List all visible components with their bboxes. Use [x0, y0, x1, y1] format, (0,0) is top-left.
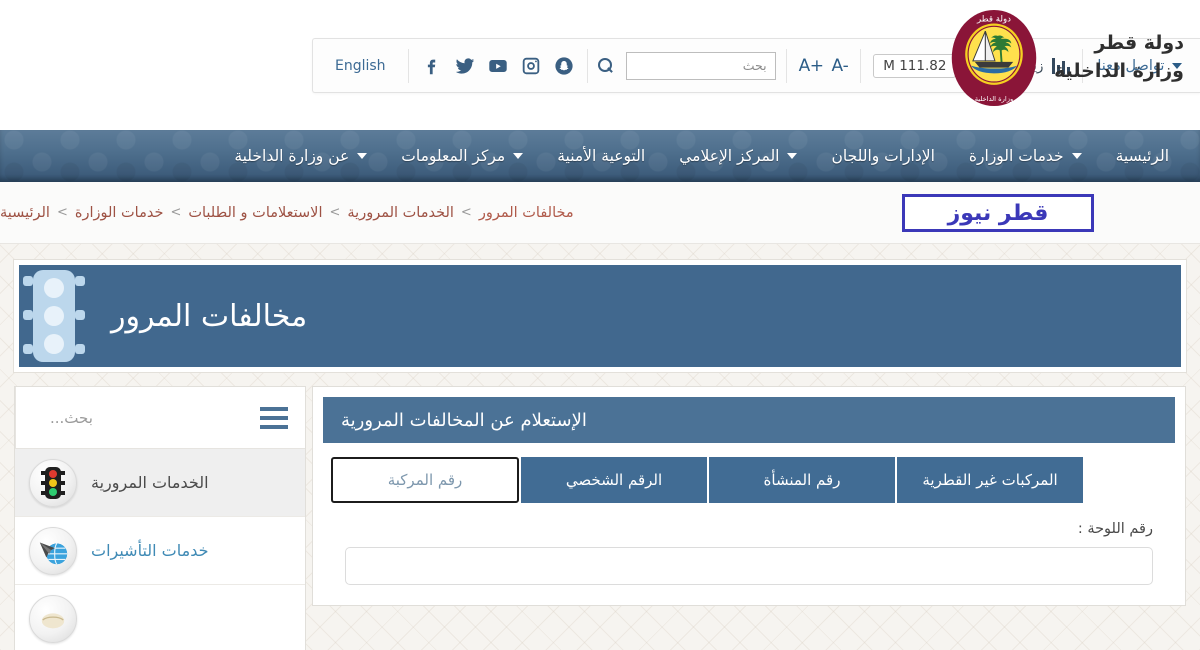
language-switch[interactable]: English: [313, 39, 408, 92]
nav-label: الرئيسية: [1115, 147, 1169, 165]
nav-label: التوعية الأمنية: [557, 147, 646, 165]
breadcrumb-item-home[interactable]: الرئيسية: [0, 205, 50, 221]
nav-label: المركز الإعلامي: [679, 147, 780, 165]
search-icon[interactable]: [597, 57, 614, 74]
watermark-text: قطر نيوز: [947, 200, 1049, 226]
nav-item-media-center[interactable]: المركز الإعلامي: [662, 130, 814, 182]
breadcrumb-separator: >: [170, 205, 182, 220]
nav-label: الإدارات واللجان: [831, 147, 935, 165]
sidebar-item-traffic-services[interactable]: الخدمات المرورية: [15, 449, 305, 517]
tab-establishment-number[interactable]: رقم المنشأة: [707, 457, 895, 503]
page-banner-wrapper: مخالفات المرور: [0, 244, 1200, 372]
breadcrumb-item-traffic-services[interactable]: الخدمات المرورية: [347, 205, 454, 221]
facebook-icon[interactable]: [421, 55, 443, 77]
breadcrumb-separator: >: [56, 205, 68, 220]
nav-item-about-ministry[interactable]: عن وزارة الداخلية: [217, 130, 384, 182]
traffic-light-icon: [29, 458, 77, 507]
nav-label: خدمات الوزارة: [968, 147, 1064, 165]
page-title: مخالفات المرور: [111, 298, 308, 334]
nav-item-information-center[interactable]: مركز المعلومات: [384, 130, 540, 182]
breadcrumb-item-ministry-services[interactable]: خدمات الوزارة: [75, 205, 164, 221]
tab-label: الرقم الشخصي: [565, 471, 663, 489]
tab-label: المركبات غير القطرية: [922, 471, 1058, 489]
sidebar-item-visa-services[interactable]: خدمات التأشيرات: [15, 517, 305, 585]
sidebar-item-third[interactable]: [15, 585, 305, 650]
plate-number-input[interactable]: [345, 547, 1153, 585]
logo-line-1: دولة قطر: [1094, 32, 1184, 55]
document-icon: [29, 594, 77, 643]
tab-label: رقم المركبة: [387, 471, 463, 489]
divider: [586, 48, 588, 83]
breadcrumb-item-inquiries-requests[interactable]: الاستعلامات و الطلبات: [188, 205, 322, 221]
visits-count: 111.82 M: [873, 53, 957, 78]
page-banner: مخالفات المرور: [14, 260, 1186, 372]
sidebar-item-label: الخدمات المرورية: [91, 473, 209, 492]
font-increase-button[interactable]: +A: [799, 56, 824, 76]
svg-text:دولة قطر: دولة قطر: [976, 15, 1011, 25]
language-link[interactable]: English: [335, 58, 386, 74]
traffic-light-icon: [23, 270, 85, 362]
youtube-icon[interactable]: [487, 55, 509, 77]
breadcrumb-separator: >: [329, 205, 341, 220]
nav-label: عن وزارة الداخلية: [234, 147, 350, 165]
sidebar-search-row: [15, 387, 305, 449]
search-input[interactable]: [625, 51, 776, 80]
chevron-down-icon: [1071, 153, 1082, 159]
tab-non-qatari-vehicles[interactable]: المركبات غير القطرية: [895, 457, 1083, 503]
logo-line-2: وزارة الداخلية: [1054, 60, 1184, 82]
qatar-moi-emblem-icon: دولة قطر وزارة الداخلية: [951, 10, 1037, 106]
breadcrumb-separator: >: [460, 205, 472, 220]
instagram-icon[interactable]: [520, 55, 542, 77]
chevron-down-icon: [787, 153, 798, 159]
plate-number-field-group: رقم اللوحة :: [323, 503, 1175, 585]
site-logo[interactable]: دولة قطر وزارة الداخلية دولة قطر وزارة ا…: [946, 6, 1184, 110]
hamburger-menu-icon[interactable]: [243, 387, 305, 448]
card-title: الإستعلام عن المخالفات المرورية: [341, 409, 587, 431]
tab-vehicle-number[interactable]: رقم المركبة: [331, 457, 519, 503]
qatar-news-watermark: قطر نيوز: [902, 194, 1094, 232]
nav-item-departments-committees[interactable]: الإدارات واللجان: [814, 130, 951, 182]
header-search: [588, 39, 786, 92]
chevron-down-icon: [357, 153, 368, 159]
content-area: الإستعلام عن المخالفات المرورية رقم المر…: [0, 372, 1200, 650]
breadcrumb-item-current: مخالفات المرور: [478, 204, 574, 221]
divider: [407, 48, 409, 83]
sidebar-item-label: خدمات التأشيرات: [91, 541, 209, 560]
font-size-controls: +A -A: [787, 39, 861, 92]
nav-item-security-awareness[interactable]: التوعية الأمنية: [540, 130, 662, 182]
nav-item-ministry-services[interactable]: خدمات الوزارة: [952, 130, 1099, 182]
snapchat-icon[interactable]: [553, 55, 575, 77]
svg-text:وزارة الداخلية: وزارة الداخلية: [975, 95, 1014, 103]
font-decrease-button[interactable]: -A: [831, 56, 848, 76]
chevron-down-icon: [513, 153, 524, 159]
nav-label: مركز المعلومات: [401, 147, 506, 165]
breadcrumb: الرئيسية > خدمات الوزارة > الاستعلامات و…: [0, 205, 574, 221]
social-links: [409, 39, 587, 92]
inquiry-tabs: رقم المركبة الرقم الشخصي رقم المنشأة الم…: [323, 457, 1175, 503]
tab-personal-number[interactable]: الرقم الشخصي: [519, 457, 707, 503]
site-header: English بحث +A -A 111.82 M تواصل معنا دو…: [0, 0, 1200, 130]
plate-number-label: رقم اللوحة :: [1077, 521, 1153, 537]
services-sidebar: الخدمات المرورية خدمات التأشيرات: [14, 386, 306, 650]
card-header: الإستعلام عن المخالفات المرورية: [323, 397, 1175, 443]
tab-label: رقم المنشأة: [763, 471, 841, 489]
divider: [860, 48, 862, 83]
main-navigation: الرئيسية خدمات الوزارة الإدارات واللجان …: [0, 130, 1200, 182]
nav-item-home[interactable]: الرئيسية: [1099, 130, 1186, 182]
visa-globe-icon: [29, 526, 77, 575]
logo-text: دولة قطر وزارة الداخلية: [1054, 30, 1184, 85]
sidebar-search-input[interactable]: [36, 387, 243, 448]
divider: [785, 48, 787, 83]
violation-inquiry-card: الإستعلام عن المخالفات المرورية رقم المر…: [312, 386, 1186, 606]
sidebar-search-field[interactable]: [15, 387, 243, 448]
breadcrumb-row: الرئيسية > خدمات الوزارة > الاستعلامات و…: [0, 182, 1200, 244]
twitter-icon[interactable]: [454, 55, 476, 77]
